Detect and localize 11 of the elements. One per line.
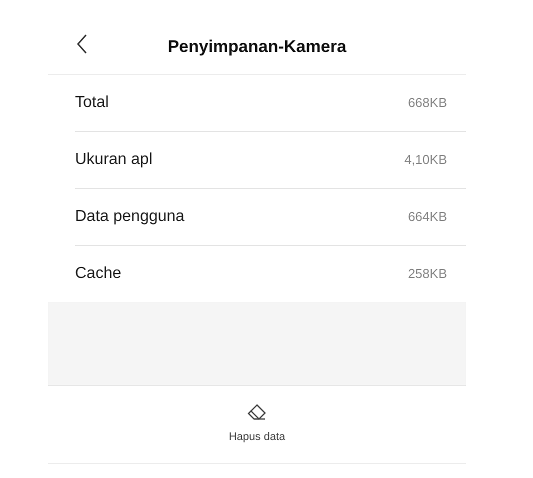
row-value: 668KB [408, 94, 447, 112]
clear-data-button[interactable]: Hapus data [220, 399, 294, 450]
back-icon [76, 34, 88, 54]
row-label: Cache [75, 264, 122, 284]
row-value: 4,10KB [404, 151, 447, 170]
row-label: Total [75, 93, 109, 113]
row-value: 258KB [408, 265, 447, 284]
page-title: Penyimpanan-Kamera [168, 36, 346, 58]
row-label: Ukuran apl [75, 150, 152, 170]
row-label: Data pengguna [75, 207, 184, 227]
row-value: 664KB [408, 208, 447, 226]
